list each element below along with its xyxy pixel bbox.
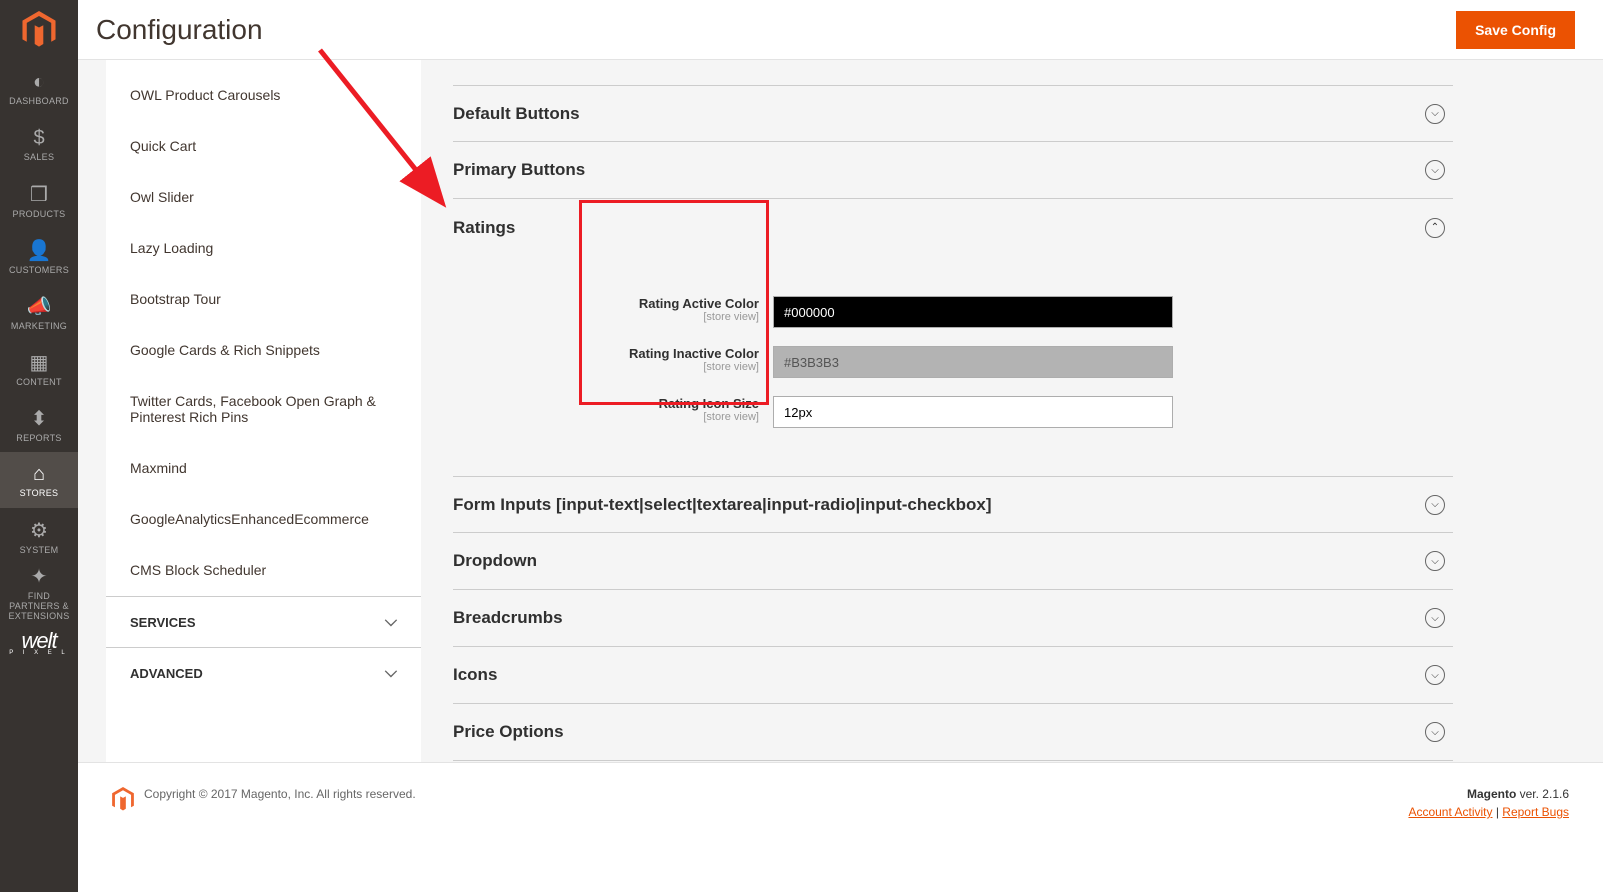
sidebar-item-twitter-cards[interactable]: Twitter Cards, Facebook Open Graph & Pin… (106, 376, 421, 443)
field-scope: [store view] (453, 311, 759, 323)
sidebar-item-cms-block[interactable]: CMS Block Scheduler (106, 545, 421, 596)
config-sidebar: OWL Product Carousels Quick Cart Owl Sli… (106, 60, 421, 762)
expand-icon[interactable]: ⌵ (1425, 665, 1445, 685)
bars-icon: ⬍ (31, 406, 48, 431)
rating-active-color-input[interactable] (773, 296, 1173, 328)
admin-nav: ◐DASHBOARD $SALES ❒PRODUCTS 👤CUSTOMERS 📣… (0, 0, 78, 892)
nav-system[interactable]: ⚙SYSTEM (0, 508, 78, 564)
field-rating-inactive-color: Rating Inactive Color [store view] (453, 346, 1453, 378)
chevron-down-icon: ⌵ (385, 664, 397, 682)
gauge-icon: ◐ (33, 71, 45, 94)
footer: Copyright © 2017 Magento, Inc. All right… (78, 762, 1603, 892)
nav-content[interactable]: ▦CONTENT (0, 340, 78, 396)
expand-icon[interactable]: ⌵ (1425, 551, 1445, 571)
report-bugs-link[interactable]: Report Bugs (1502, 805, 1569, 819)
nav-find-partners[interactable]: ✦FIND PARTNERS & EXTENSIONS (0, 564, 78, 620)
sidebar-section-services[interactable]: SERVICES⌵ (106, 596, 421, 647)
nav-sales[interactable]: $SALES (0, 116, 78, 172)
rating-icon-size-input[interactable] (773, 396, 1173, 428)
nav-customers[interactable]: 👤CUSTOMERS (0, 228, 78, 284)
section-form-inputs[interactable]: Form Inputs [input-text|select|textarea|… (453, 476, 1453, 533)
sidebar-item-owl-product[interactable]: OWL Product Carousels (106, 70, 421, 121)
save-config-button[interactable]: Save Config (1456, 11, 1575, 49)
section-dropdown[interactable]: Dropdown ⌵ (453, 533, 1453, 590)
nav-stores[interactable]: ⌂STORES (0, 452, 78, 508)
section-breadcrumbs[interactable]: Breadcrumbs ⌵ (453, 590, 1453, 647)
person-icon: 👤 (27, 238, 52, 263)
field-label: Rating Inactive Color (629, 346, 759, 361)
nav-dashboard[interactable]: ◐DASHBOARD (0, 60, 78, 116)
rating-inactive-color-input[interactable] (773, 346, 1173, 378)
account-activity-link[interactable]: Account Activity (1408, 805, 1492, 819)
nav-marketing[interactable]: 📣MARKETING (0, 284, 78, 340)
sidebar-item-quick-cart[interactable]: Quick Cart (106, 121, 421, 172)
collapse-icon[interactable]: ⌃ (1425, 218, 1445, 238)
nav-reports[interactable]: ⬍REPORTS (0, 396, 78, 452)
sidebar-item-maxmind[interactable]: Maxmind (106, 443, 421, 494)
section-ratings[interactable]: Ratings ⌃ (453, 199, 1453, 256)
content-panel: Default Buttons ⌵ Primary Buttons ⌵ Rati… (421, 60, 1603, 762)
expand-icon[interactable]: ⌵ (1425, 495, 1445, 515)
layout-icon: ▦ (30, 350, 49, 375)
dollar-icon: $ (33, 127, 44, 150)
sidebar-item-google-cards[interactable]: Google Cards & Rich Snippets (106, 325, 421, 376)
footer-version: ver. 2.1.6 (1516, 787, 1569, 801)
section-default-buttons[interactable]: Default Buttons ⌵ (453, 85, 1453, 142)
field-label: Rating Active Color (639, 296, 759, 311)
main-area: OWL Product Carousels Quick Cart Owl Sli… (78, 60, 1603, 762)
section-icons[interactable]: Icons ⌵ (453, 647, 1453, 704)
gear-icon: ⚙ (30, 518, 48, 543)
page-title: Configuration (96, 14, 263, 46)
field-scope: [store view] (453, 411, 759, 423)
field-rating-active-color: Rating Active Color [store view] (453, 296, 1453, 328)
cube-icon: ❒ (30, 182, 48, 207)
footer-copyright: Copyright © 2017 Magento, Inc. All right… (144, 787, 416, 801)
sidebar-item-owl-slider[interactable]: Owl Slider (106, 172, 421, 223)
section-price-options[interactable]: Price Options ⌵ (453, 704, 1453, 761)
nav-products[interactable]: ❒PRODUCTS (0, 172, 78, 228)
magento-logo-icon[interactable] (0, 0, 78, 60)
megaphone-icon: 📣 (27, 294, 52, 319)
section-primary-buttons[interactable]: Primary Buttons ⌵ (453, 142, 1453, 199)
sidebar-item-bootstrap-tour[interactable]: Bootstrap Tour (106, 274, 421, 325)
footer-magento-label: Magento (1467, 787, 1516, 801)
sidebar-section-advanced[interactable]: ADVANCED⌵ (106, 647, 421, 698)
ratings-panel: Rating Active Color [store view] Rating … (453, 256, 1453, 476)
sidebar-item-lazy-loading[interactable]: Lazy Loading (106, 223, 421, 274)
puzzle-icon: ✦ (31, 564, 48, 589)
field-label: Rating Icon Size (659, 396, 759, 411)
field-rating-icon-size: Rating Icon Size [store view] (453, 396, 1453, 428)
expand-icon[interactable]: ⌵ (1425, 104, 1445, 124)
store-icon: ⌂ (33, 463, 45, 486)
expand-icon[interactable]: ⌵ (1425, 608, 1445, 628)
chevron-down-icon: ⌵ (385, 613, 397, 631)
page-header: Configuration Save Config (78, 0, 1603, 60)
expand-icon[interactable]: ⌵ (1425, 160, 1445, 180)
expand-icon[interactable]: ⌵ (1425, 722, 1445, 742)
weltpixel-logo[interactable]: weltP I X E L (0, 628, 78, 656)
footer-magento-logo-icon (112, 787, 134, 815)
sidebar-item-ga-enhanced[interactable]: GoogleAnalyticsEnhancedEcommerce (106, 494, 421, 545)
field-scope: [store view] (453, 361, 759, 373)
